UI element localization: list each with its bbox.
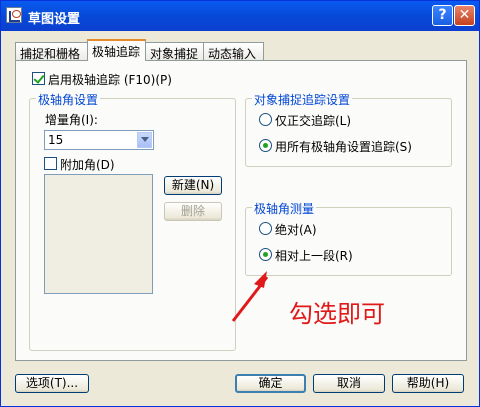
annotation-arrow-icon (231, 271, 269, 322)
help-button[interactable]: 帮助(H) (392, 374, 464, 393)
cancel-button[interactable]: 取消 (313, 374, 385, 393)
ok-button[interactable]: 确定 (235, 374, 306, 393)
tab-polar-tracking[interactable]: 极轴追踪 (87, 39, 146, 61)
annotation-text: 勾选即可 (289, 300, 385, 328)
sketch-settings-dialog: 草图设置 ? ✕ 捕捉和栅格 极轴追踪 对象捕捉 动态输入 启用极轴追踪 (F1… (0, 0, 480, 407)
options-button[interactable]: 选项(T)... (15, 374, 89, 393)
